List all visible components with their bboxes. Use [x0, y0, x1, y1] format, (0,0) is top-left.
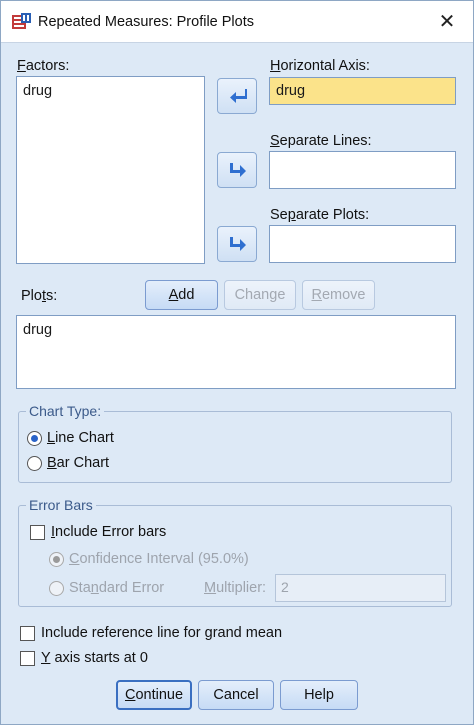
- horizontal-axis-field[interactable]: drug: [269, 77, 456, 105]
- close-icon: ✕: [438, 11, 456, 33]
- error-bars-legend: Error Bars: [26, 497, 96, 513]
- bar-chart-label[interactable]: Bar Chart: [47, 455, 109, 471]
- chart-type-group: [18, 411, 452, 483]
- close-button[interactable]: ✕: [431, 7, 463, 37]
- y-axis-zero-label[interactable]: Y axis starts at 0: [41, 650, 148, 666]
- move-to-horizontal-axis-button[interactable]: [217, 78, 257, 114]
- spss-app-icon: [12, 13, 31, 29]
- arrow-right-icon: [230, 237, 246, 251]
- grand-mean-checkbox[interactable]: [20, 626, 35, 641]
- line-chart-radio[interactable]: [27, 431, 42, 446]
- change-button[interactable]: Change: [224, 280, 296, 310]
- factors-label: Factors:: [17, 58, 70, 74]
- separate-plots-label: Separate Plots:: [270, 207, 370, 223]
- plots-list[interactable]: drug: [16, 315, 456, 389]
- horizontal-axis-value: drug: [276, 83, 306, 99]
- title-bar: Repeated Measures: Profile Plots ✕: [1, 1, 473, 43]
- separate-plots-field[interactable]: [269, 225, 456, 263]
- profile-plots-dialog: Repeated Measures: Profile Plots ✕ Facto…: [0, 0, 474, 725]
- confidence-interval-radio[interactable]: [49, 552, 64, 567]
- continue-button[interactable]: Continue: [116, 680, 192, 710]
- chart-type-legend: Chart Type:: [26, 403, 105, 419]
- grand-mean-label[interactable]: Include reference line for grand mean: [41, 625, 282, 641]
- multiplier-label: Multiplier:: [204, 580, 267, 596]
- include-error-bars-checkbox[interactable]: [30, 525, 45, 540]
- add-button[interactable]: Add: [145, 280, 218, 310]
- multiplier-field[interactable]: 2: [275, 574, 446, 602]
- move-to-separate-plots-button[interactable]: [217, 226, 257, 262]
- multiplier-value: 2: [281, 579, 289, 595]
- horizontal-axis-label: Horizontal Axis:: [270, 58, 370, 74]
- standard-error-label[interactable]: Standard Error: [69, 580, 164, 596]
- confidence-interval-label[interactable]: Confidence Interval (95.0%): [69, 551, 249, 567]
- separate-lines-label: Separate Lines:: [270, 133, 372, 149]
- factor-item[interactable]: drug: [23, 83, 52, 99]
- remove-button[interactable]: Remove: [302, 280, 375, 310]
- dialog-title: Repeated Measures: Profile Plots: [38, 14, 254, 30]
- plot-item[interactable]: drug: [23, 322, 52, 338]
- help-button[interactable]: Help: [280, 680, 358, 710]
- line-chart-label[interactable]: Line Chart: [47, 430, 114, 446]
- bar-chart-radio[interactable]: [27, 456, 42, 471]
- arrow-left-icon: [230, 89, 247, 103]
- include-error-bars-label[interactable]: Include Error bars: [51, 524, 166, 540]
- plots-label: Plots:: [21, 288, 58, 304]
- arrow-right-icon: [230, 163, 246, 177]
- standard-error-radio[interactable]: [49, 581, 64, 596]
- factors-list[interactable]: drug: [16, 76, 205, 264]
- y-axis-zero-checkbox[interactable]: [20, 651, 35, 666]
- move-to-separate-lines-button[interactable]: [217, 152, 257, 188]
- cancel-button[interactable]: Cancel: [198, 680, 274, 710]
- separate-lines-field[interactable]: [269, 151, 456, 189]
